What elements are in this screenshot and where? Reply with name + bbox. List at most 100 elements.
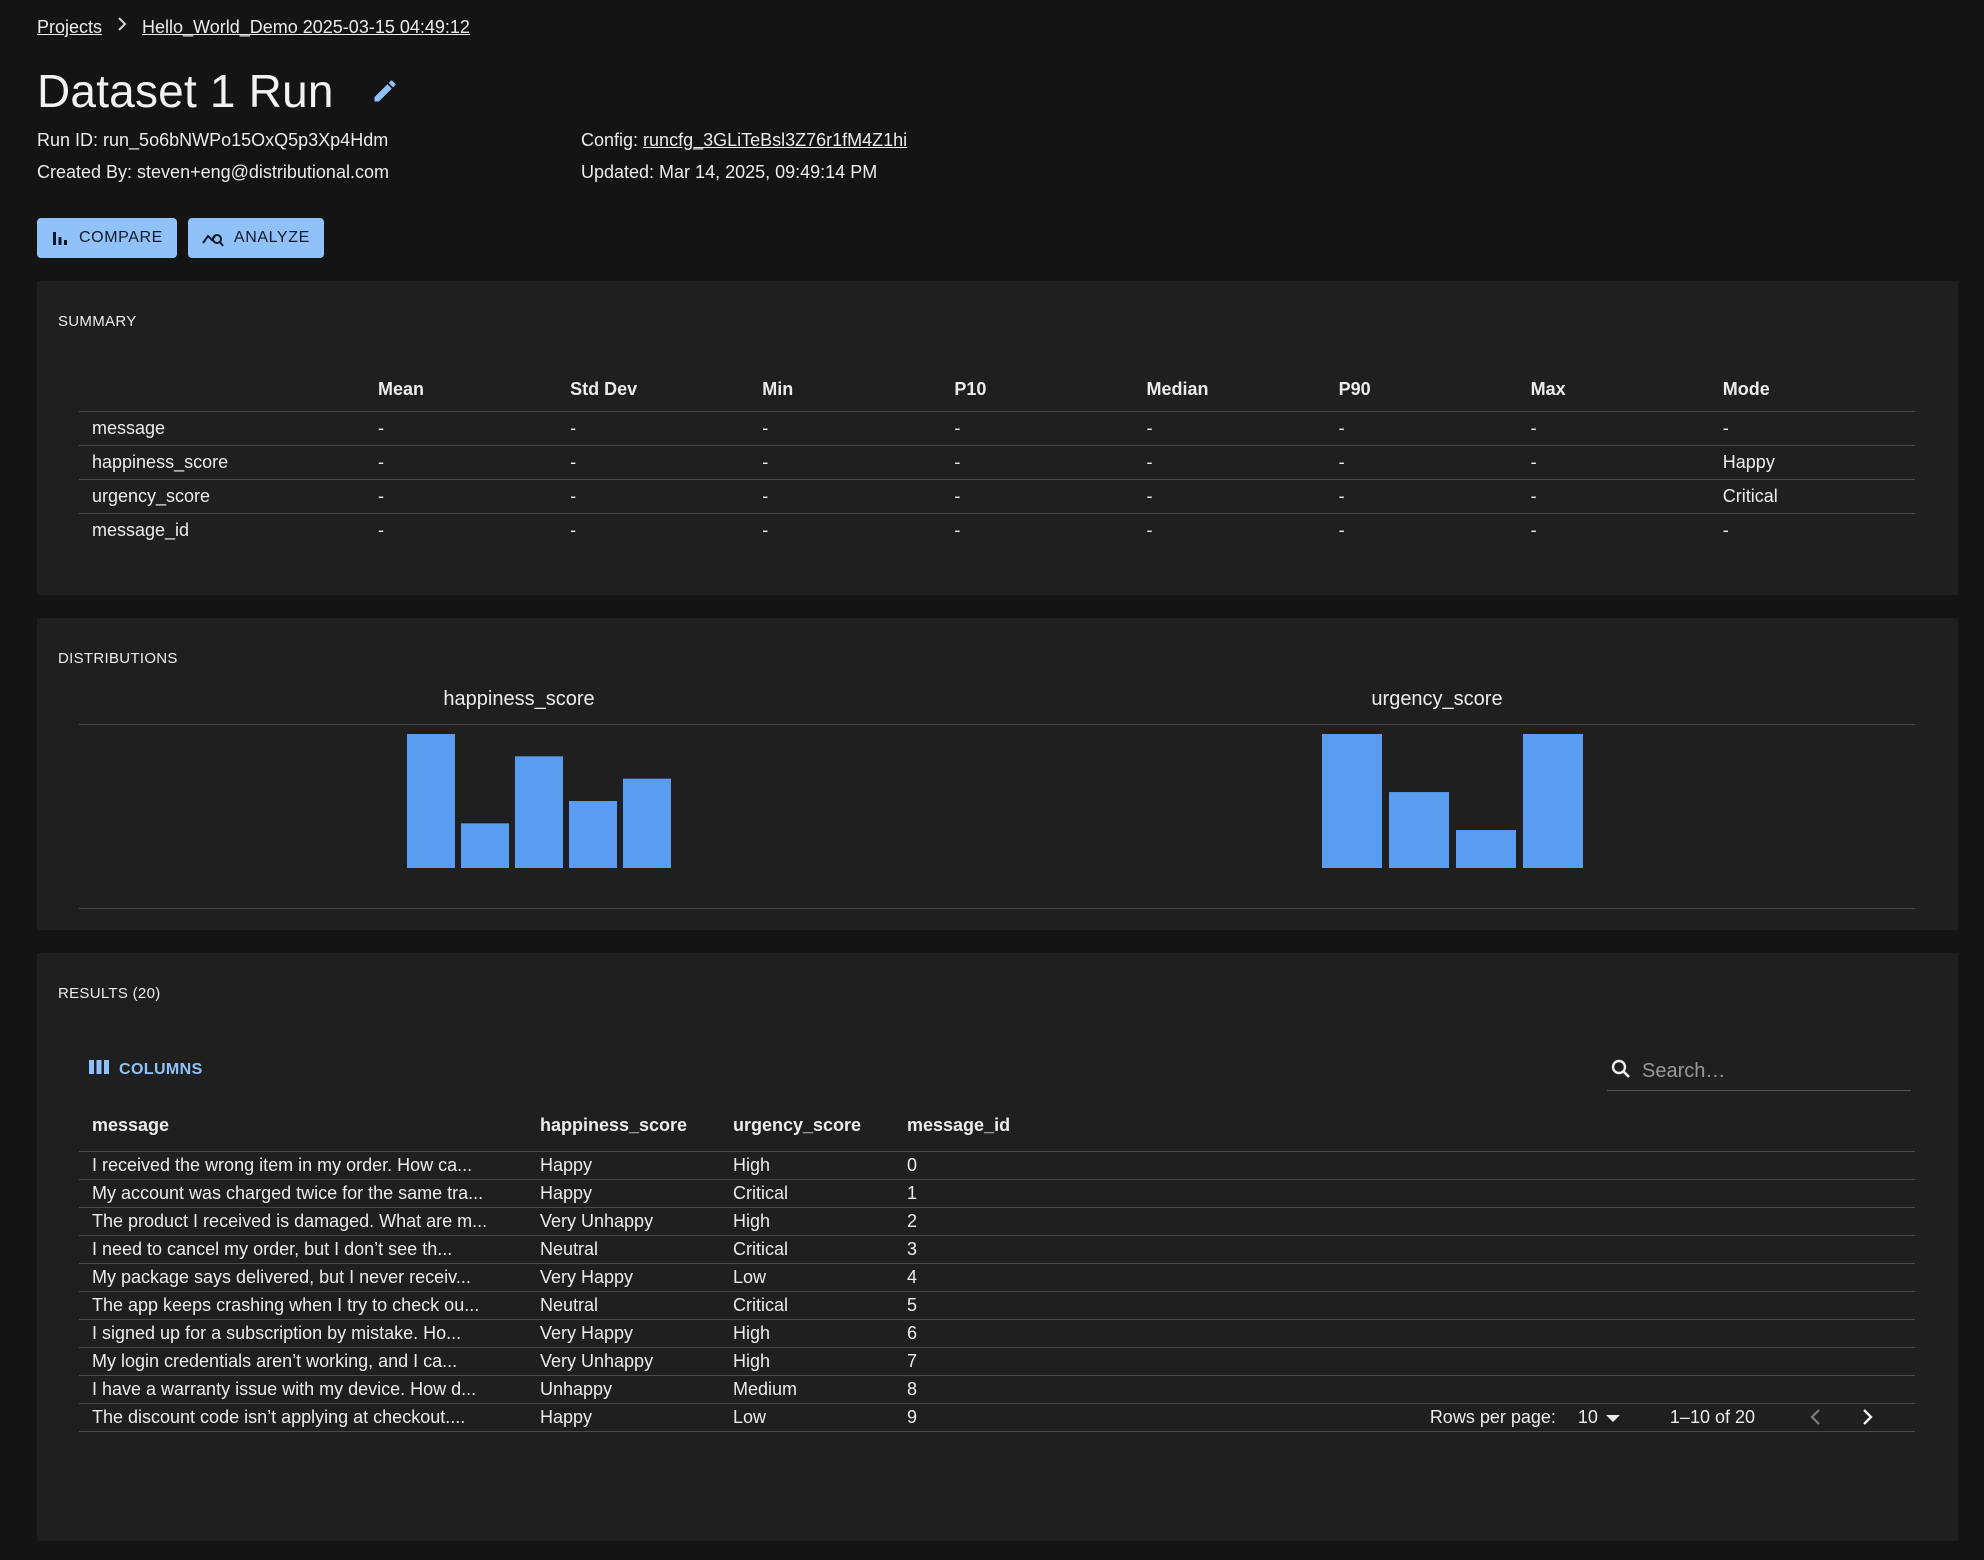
summary-header-cell: Mean [378, 379, 425, 400]
cell-urgency-score: Medium [733, 1374, 907, 1403]
summary-header-cell: P10 [954, 379, 987, 400]
cell-message: I need to cancel my order, but I don’t s… [79, 1234, 540, 1263]
breadcrumb-current-link[interactable]: Hello_World_Demo 2025-03-15 04:49:12 [142, 17, 470, 38]
column-header-happiness-score[interactable]: happiness_score [540, 1101, 733, 1151]
compare-button[interactable]: COMPARE [37, 218, 177, 258]
column-header-message-id[interactable]: message_id [907, 1101, 1915, 1151]
divider [79, 724, 1915, 725]
config-label: Config: [581, 130, 644, 150]
cell-urgency-score: High [733, 1346, 907, 1375]
cell-message: My account was charged twice for the sam… [79, 1178, 540, 1207]
histogram-bar[interactable] [569, 801, 617, 868]
summary-cell: - [762, 478, 955, 513]
histogram-bar[interactable] [623, 778, 671, 868]
summary-header-cell: Mode [1722, 379, 1770, 400]
view-column-icon [89, 1060, 109, 1079]
summary-header-cell: Min [762, 379, 794, 400]
cell-message-id: 6 [907, 1318, 1915, 1347]
cell-message: The discount code isn’t applying at chec… [79, 1402, 540, 1432]
analytics-search-icon [202, 228, 224, 248]
summary-panel: SUMMARY Mean Std Dev Min P10 Median P90 … [37, 281, 1958, 595]
summary-cell: - [570, 410, 763, 445]
summary-header-row: Mean Std Dev Min P10 Median P90 Max Mode [79, 369, 1915, 411]
search-box [1607, 1053, 1911, 1091]
summary-cell: - [1722, 410, 1915, 445]
summary-cell: - [1722, 512, 1915, 547]
column-header-message[interactable]: message [79, 1101, 540, 1151]
histogram-bar[interactable] [1322, 734, 1382, 868]
distributions-title: DISTRIBUTIONS [58, 650, 178, 667]
summary-cell: - [1146, 478, 1339, 513]
table-row[interactable]: The product I received is damaged. What … [79, 1206, 1915, 1235]
cell-happiness-score: Happy [540, 1150, 733, 1179]
summary-cell: - [1338, 444, 1531, 479]
summary-cell: - [954, 410, 1147, 445]
divider [79, 908, 1915, 909]
cell-happiness-score: Happy [540, 1178, 733, 1207]
columns-button[interactable]: COLUMNS [89, 1060, 203, 1079]
analyze-button[interactable]: ANALYZE [187, 218, 324, 258]
summary-row: message - - - - - - - - [79, 410, 1915, 445]
results-header-row: message happiness_score urgency_score me… [79, 1101, 1915, 1151]
edit-icon[interactable] [368, 74, 402, 108]
cell-happiness-score: Neutral [540, 1290, 733, 1319]
table-row[interactable]: I received the wrong item in my order. H… [79, 1150, 1915, 1179]
summary-cell: - [378, 410, 571, 445]
cell-message-id: 0 [907, 1150, 1915, 1179]
table-row[interactable]: My package says delivered, but I never r… [79, 1262, 1915, 1291]
cell-happiness-score: Very Happy [540, 1262, 733, 1291]
action-buttons: COMPARE ANALYZE [37, 218, 324, 258]
histogram-bar[interactable] [515, 756, 563, 868]
summary-header-cell: P90 [1338, 379, 1371, 400]
summary-cell: - [1146, 410, 1339, 445]
run-meta-right: Config: runcfg_3GLiTeBsl3Z76r1fM4Z1hi Up… [581, 124, 907, 188]
cell-urgency-score: High [733, 1318, 907, 1347]
compare-label: COMPARE [79, 229, 163, 246]
summary-title: SUMMARY [58, 313, 137, 330]
cell-urgency-score: Low [733, 1262, 907, 1291]
summary-header-cell: Max [1530, 379, 1566, 400]
chevron-right-icon[interactable] [1848, 1397, 1888, 1437]
histogram-bar[interactable] [461, 823, 509, 868]
cell-message-id: 3 [907, 1234, 1915, 1263]
table-row[interactable]: I signed up for a subscription by mistak… [79, 1318, 1915, 1347]
cell-message: The app keeps crashing when I try to che… [79, 1290, 540, 1319]
summary-row: happiness_score - - - - - - - Happy [79, 444, 1915, 479]
config-link[interactable]: runcfg_3GLiTeBsl3Z76r1fM4Z1hi [643, 130, 907, 150]
breadcrumb: Projects Hello_World_Demo 2025-03-15 04:… [37, 17, 470, 38]
summary-header-cell [79, 369, 378, 411]
histogram-bar[interactable] [1389, 792, 1449, 868]
chevron-left-icon[interactable] [1795, 1397, 1835, 1437]
histogram-bar[interactable] [1523, 734, 1583, 868]
search-input[interactable] [1642, 1060, 1892, 1083]
table-row[interactable]: The app keeps crashing when I try to che… [79, 1290, 1915, 1319]
summary-cell: Happy [1722, 444, 1915, 479]
cell-happiness-score: Very Unhappy [540, 1346, 733, 1375]
summary-cell: - [1338, 410, 1531, 445]
summary-header-cell: Median [1146, 379, 1209, 400]
summary-cell: - [378, 478, 571, 513]
column-header-urgency-score[interactable]: urgency_score [733, 1101, 907, 1151]
histogram-bar[interactable] [407, 734, 455, 868]
results-table: message happiness_score urgency_score me… [79, 1101, 1915, 1432]
breadcrumb-projects-link[interactable]: Projects [37, 17, 102, 38]
results-panel: RESULTS (20) COLUMNS message happiness_s… [37, 953, 1958, 1541]
rows-per-page-label: Rows per page: [1429, 1406, 1556, 1427]
summary-cell: - [1146, 512, 1339, 547]
table-row[interactable]: My login credentials aren’t working, and… [79, 1346, 1915, 1375]
histogram-bar[interactable] [1456, 830, 1516, 868]
table-row[interactable]: I need to cancel my order, but I don’t s… [79, 1234, 1915, 1263]
happiness-score-histogram [407, 734, 671, 868]
summary-cell: - [762, 444, 955, 479]
cell-happiness-score: Neutral [540, 1234, 733, 1263]
analyze-label: ANALYZE [233, 229, 310, 246]
summary-cell: - [1530, 444, 1723, 479]
table-row[interactable]: My account was charged twice for the sam… [79, 1178, 1915, 1207]
cell-message-id: 7 [907, 1346, 1915, 1375]
rows-per-page-select[interactable]: 10 [1578, 1407, 1620, 1428]
cell-urgency-score: Low [733, 1402, 907, 1432]
page-range: 1–10 of 20 [1669, 1406, 1755, 1427]
cell-message: My package says delivered, but I never r… [79, 1262, 540, 1291]
cell-message: I signed up for a subscription by mistak… [79, 1318, 540, 1347]
cell-message: I received the wrong item in my order. H… [79, 1150, 540, 1179]
